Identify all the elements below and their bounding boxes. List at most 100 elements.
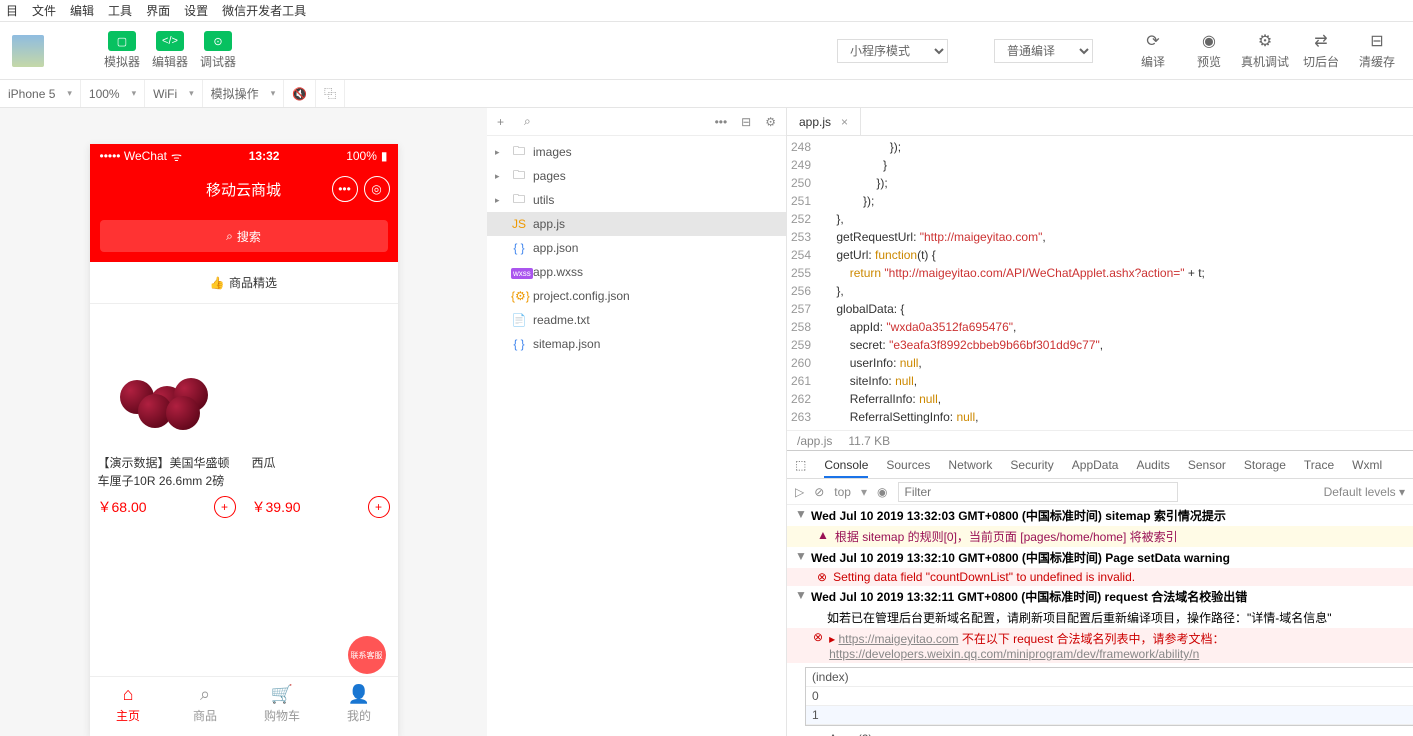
operation-select[interactable]: 模拟操作▾	[203, 80, 285, 107]
menu-item[interactable]: 目	[6, 2, 18, 19]
console-table: (index)0 0"http://maigeyitao.com" 1"http…	[805, 667, 1413, 726]
home-icon: ⌂	[123, 684, 134, 705]
preview-button[interactable]: ◉预览	[1185, 31, 1233, 70]
json-icon: {⚙}	[511, 289, 527, 303]
folder-icon: 🗀	[511, 190, 527, 211]
tab-security[interactable]: Security	[1010, 458, 1053, 472]
eye-icon[interactable]: ◉	[877, 485, 887, 499]
tab-appdata[interactable]: AppData	[1072, 458, 1119, 472]
capsule-menu-icon[interactable]: •••	[332, 176, 358, 202]
tab-products[interactable]: ⌕商品	[167, 677, 244, 730]
compile-button[interactable]: ⟳编译	[1129, 31, 1177, 70]
product-card[interactable]: 西瓜 ￥39.90 +	[244, 304, 398, 526]
search-icon[interactable]: ⌕	[524, 114, 531, 129]
file-app-wxss[interactable]: wxssapp.wxss	[487, 260, 786, 284]
file-app-js[interactable]: JSapp.js	[487, 212, 786, 236]
thumb-icon: 👍	[210, 276, 225, 290]
simulator-button[interactable]: ▢模拟器	[102, 31, 142, 70]
search-icon: ⌕	[200, 684, 210, 705]
menu-item[interactable]: 工具	[108, 2, 132, 19]
product-price: ￥39.90	[252, 497, 301, 517]
debugger-button[interactable]: ⊙调试器	[198, 31, 238, 70]
file-project-config[interactable]: {⚙}project.config.json	[487, 284, 786, 308]
options-bar: iPhone 5▾ 100%▾ WiFi▾ 模拟操作▾ 🔇 ⿻	[0, 80, 1413, 108]
editor-tabs: app.js×	[787, 108, 1413, 136]
menu-item[interactable]: 文件	[32, 2, 56, 19]
cart-icon: 🛒	[271, 684, 293, 705]
tab-network[interactable]: Network	[948, 458, 992, 472]
status-bar: ••••• WeChatᯤ 13:32 100%▮	[90, 144, 398, 168]
tab-sources[interactable]: Sources	[886, 458, 930, 472]
toolbar: ▢模拟器 </>编辑器 ⊙调试器 小程序模式 普通编译 ⟳编译 ◉预览 ⚙真机调…	[0, 22, 1413, 80]
inspect-icon[interactable]: ⬚	[795, 458, 806, 472]
simulator-panel: ••••• WeChatᯤ 13:32 100%▮ 移动云商城 •••◎ ⌕搜索…	[0, 108, 487, 736]
devtools-panel: ⬚ Console Sources Network Security AppDa…	[787, 450, 1413, 736]
file-readme[interactable]: 📄readme.txt	[487, 308, 786, 332]
tab-home[interactable]: ⌂主页	[90, 677, 167, 730]
product-title: 【演示数据】美国华盛顿车厘子10R 26.6mm 2磅装 美国...	[98, 454, 236, 490]
menu-item[interactable]: 微信开发者工具	[222, 2, 306, 19]
nav-bar: 移动云商城 •••◎	[90, 168, 398, 210]
filter-input[interactable]	[898, 482, 1178, 502]
folder-pages[interactable]: ▸🗀pages	[487, 164, 786, 188]
menu-item[interactable]: 界面	[146, 2, 170, 19]
txt-icon: 📄	[511, 313, 527, 327]
tab-sensor[interactable]: Sensor	[1188, 458, 1226, 472]
menu-item[interactable]: 设置	[184, 2, 208, 19]
more-icon[interactable]: •••	[715, 115, 728, 129]
section-header: 👍 商品精选	[90, 262, 398, 304]
clear-icon[interactable]: ⊘	[814, 485, 824, 499]
remote-debug-button[interactable]: ⚙真机调试	[1241, 31, 1289, 70]
json-icon: { }	[511, 241, 527, 255]
avatar[interactable]	[12, 35, 44, 67]
docs-link[interactable]: https://developers.weixin.qq.com/minipro…	[829, 647, 1199, 661]
product-card[interactable]: 【演示数据】美国华盛顿车厘子10R 26.6mm 2磅装 美国... ￥68.0…	[90, 304, 244, 526]
tab-wxml[interactable]: Wxml	[1352, 458, 1382, 472]
folder-utils[interactable]: ▸🗀utils	[487, 188, 786, 212]
add-button[interactable]: +	[214, 496, 236, 518]
folder-images[interactable]: ▸🗀images	[487, 140, 786, 164]
file-explorer: + ⌕ ••• ⊟ ⚙ ▸🗀images ▸🗀pages ▸🗀utils JSapp…	[487, 108, 787, 736]
search-input[interactable]: ⌕搜索	[100, 220, 388, 252]
settings-icon[interactable]: ⚙	[765, 115, 776, 129]
levels-select[interactable]: Default levels ▾	[1324, 485, 1405, 499]
split-icon[interactable]: ⊟	[741, 115, 751, 129]
menu-item[interactable]: 编辑	[70, 2, 94, 19]
device-select[interactable]: iPhone 5▾	[0, 80, 81, 107]
capture-icon[interactable]: ⿻	[316, 80, 345, 107]
clear-cache-button[interactable]: ⊟清缓存	[1353, 31, 1401, 70]
tab-app-js[interactable]: app.js×	[787, 108, 861, 135]
scope-select[interactable]: top	[834, 485, 851, 499]
product-title: 西瓜	[252, 454, 390, 490]
file-app-json[interactable]: { }app.json	[487, 236, 786, 260]
network-select[interactable]: WiFi▾	[145, 80, 203, 107]
console-output[interactable]: ▼Wed Jul 10 2019 13:32:03 GMT+0800 (中国标准…	[787, 505, 1413, 736]
tab-audits[interactable]: Audits	[1136, 458, 1169, 472]
editor-button[interactable]: </>编辑器	[150, 31, 190, 70]
play-icon[interactable]: ▷	[795, 485, 804, 499]
file-sitemap[interactable]: { }sitemap.json	[487, 332, 786, 356]
chat-fab[interactable]: 联系客服	[348, 636, 386, 674]
phone-preview: ••••• WeChatᯤ 13:32 100%▮ 移动云商城 •••◎ ⌕搜索…	[90, 144, 398, 736]
tab-cart[interactable]: 🛒购物车	[244, 677, 321, 730]
tab-console[interactable]: Console	[824, 458, 868, 478]
mode-select[interactable]: 小程序模式	[837, 39, 948, 63]
folder-icon: 🗀	[511, 142, 527, 163]
code-editor[interactable]: 2482492502512522532542552562572582592602…	[787, 136, 1413, 430]
zoom-select[interactable]: 100%▾	[81, 80, 145, 107]
editor-status: /app.js11.7 KB	[787, 430, 1413, 450]
tab-mine[interactable]: 👤我的	[321, 677, 398, 730]
tab-trace[interactable]: Trace	[1304, 458, 1334, 472]
product-price: ￥68.00	[98, 497, 147, 517]
domain-link[interactable]: https://maigeyitao.com	[838, 632, 958, 646]
new-file-icon[interactable]: +	[497, 115, 504, 129]
compile-select[interactable]: 普通编译	[994, 39, 1093, 63]
capsule-close-icon[interactable]: ◎	[364, 176, 390, 202]
close-icon[interactable]: ×	[841, 115, 848, 129]
mute-icon[interactable]: 🔇	[284, 80, 316, 107]
tab-storage[interactable]: Storage	[1244, 458, 1286, 472]
page-title: 移动云商城	[206, 179, 281, 200]
background-button[interactable]: ⇄切后台	[1297, 31, 1345, 70]
add-button[interactable]: +	[368, 496, 390, 518]
menu-bar: 目 文件 编辑 工具 界面 设置 微信开发者工具	[0, 0, 1413, 22]
